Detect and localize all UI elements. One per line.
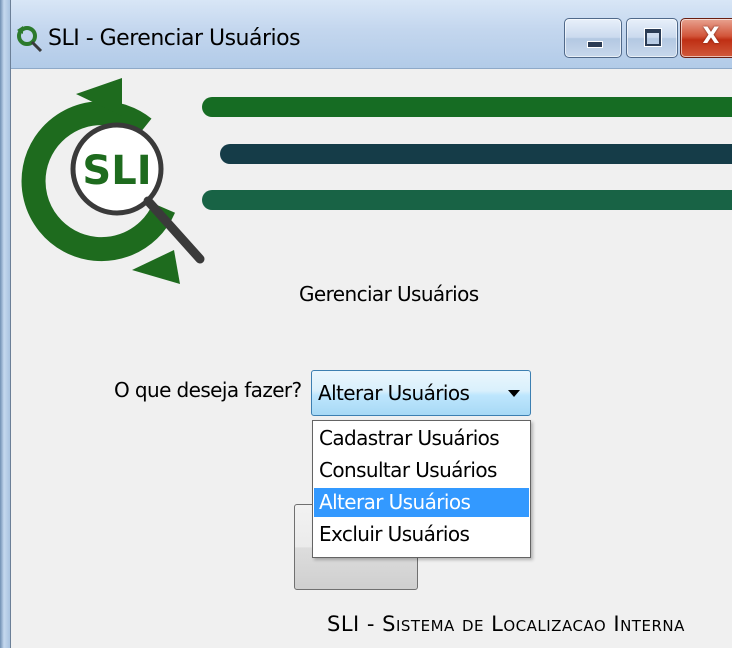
maximize-button[interactable] — [626, 18, 678, 58]
title-bar[interactable]: SLI - Gerenciar Usuários X — [0, 0, 732, 69]
window-title: SLI - Gerenciar Usuários — [48, 26, 301, 51]
window-frame-left — [0, 0, 11, 648]
close-button[interactable]: X — [680, 18, 732, 58]
page-heading: Gerenciar Usuários — [299, 282, 479, 306]
logo-bar-top — [202, 97, 732, 117]
option-cadastrar-usuarios[interactable]: Cadastrar Usuários — [314, 424, 529, 453]
logo-bar-middle — [220, 144, 732, 164]
minimize-icon — [587, 41, 603, 48]
dropdown-arrow-icon[interactable] — [508, 390, 520, 397]
minimize-button[interactable] — [564, 18, 622, 58]
maximize-icon — [644, 28, 662, 47]
close-icon: X — [702, 24, 720, 49]
option-alterar-usuarios[interactable]: Alterar Usuários — [314, 488, 529, 517]
option-excluir-usuarios[interactable]: Excluir Usuários — [314, 520, 529, 549]
logo-bar-bottom — [202, 190, 732, 210]
action-select-value: Alterar Usuários — [318, 381, 470, 405]
app-icon — [17, 26, 43, 52]
action-select[interactable]: Alterar Usuários — [311, 370, 531, 416]
sli-logo: SLI — [21, 78, 732, 284]
logo-text: SLI — [82, 148, 151, 194]
window: SLI - Gerenciar Usuários X SLI Gerenciar… — [0, 0, 732, 648]
logo-arrow-head-bottom — [132, 250, 180, 284]
option-consultar-usuarios[interactable]: Consultar Usuários — [314, 456, 529, 485]
footer-system-name: SLI - Sistema de Localizacao Interna — [327, 612, 685, 636]
action-prompt-label: O que deseja fazer? — [114, 378, 302, 402]
action-select-options: Cadastrar Usuários Consultar Usuários Al… — [312, 420, 531, 558]
